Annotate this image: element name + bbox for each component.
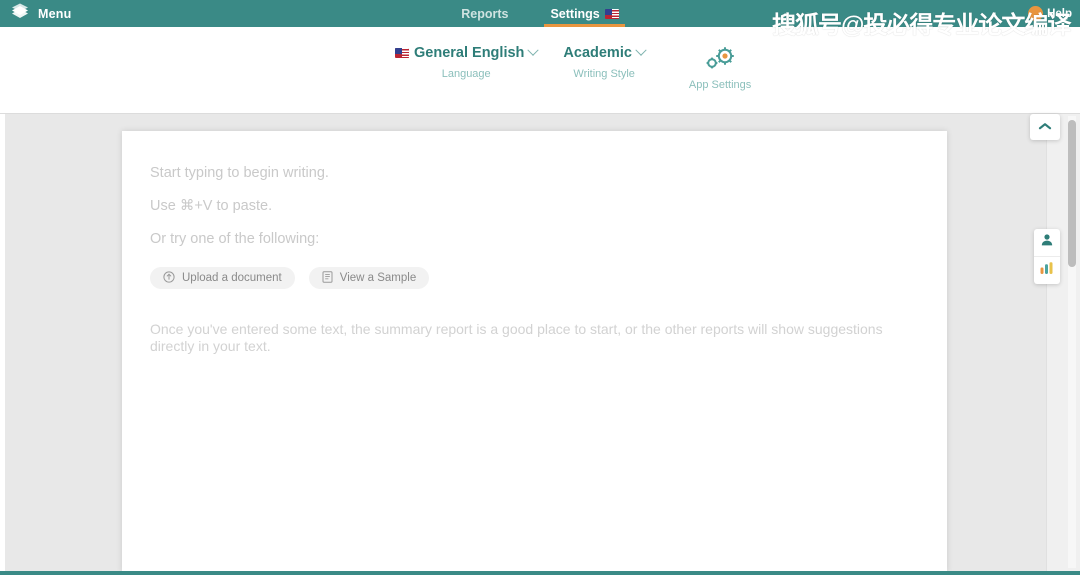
language-selector[interactable]: General English Language xyxy=(395,44,540,80)
left-edge-strip xyxy=(0,114,5,572)
us-flag-icon xyxy=(604,8,619,19)
view-sample-label: View a Sample xyxy=(339,272,417,284)
upload-circle-icon xyxy=(163,270,175,286)
us-flag-icon xyxy=(395,48,409,58)
editor-action-buttons: Upload a document View a Sample xyxy=(150,267,919,289)
rail-tile-reports[interactable] xyxy=(1034,256,1060,284)
scrollbar-thumb[interactable] xyxy=(1068,120,1076,267)
document-editor-panel[interactable]: Start typing to begin writing. Use ⌘+V t… xyxy=(122,131,947,572)
chevron-down-icon xyxy=(635,44,647,56)
nav-tab-settings[interactable]: Settings xyxy=(544,0,626,27)
bar-chart-icon xyxy=(1039,261,1055,280)
view-sample-button[interactable]: View a Sample xyxy=(308,267,430,289)
chevron-up-icon xyxy=(1038,118,1052,136)
menu-label: Menu xyxy=(38,6,72,21)
document-icon xyxy=(322,270,333,286)
writing-style-selector[interactable]: Academic Writing Style xyxy=(563,44,647,80)
writing-style-value: Academic xyxy=(563,45,632,61)
right-rail-tiles xyxy=(1034,229,1060,284)
upload-document-label: Upload a document xyxy=(182,272,282,284)
editor-helper-note: Once you've entered some text, the summa… xyxy=(150,321,883,355)
watermark-text: 搜狐号@投必得专业论文编译 xyxy=(772,12,1071,39)
nav-tab-reports[interactable]: Reports xyxy=(455,0,514,27)
settings-group: General English Language Academic Writin… xyxy=(395,44,751,91)
collapse-panel-button[interactable] xyxy=(1030,114,1060,140)
nav-tab-settings-label: Settings xyxy=(550,6,600,21)
nav-tab-reports-label: Reports xyxy=(461,6,509,21)
chevron-down-icon xyxy=(527,44,540,56)
language-value-row: General English xyxy=(395,44,540,61)
editor-placeholder-content: Start typing to begin writing. Use ⌘+V t… xyxy=(122,131,947,355)
language-label: Language xyxy=(441,68,491,80)
hint-line-start-typing: Start typing to begin writing. xyxy=(150,165,329,181)
upload-document-button[interactable]: Upload a document xyxy=(150,267,295,289)
hint-line-try-following: Or try one of the following: xyxy=(150,231,320,247)
page-scrollbar[interactable] xyxy=(1068,116,1076,568)
gears-icon xyxy=(700,45,740,78)
app-settings-label: App Settings xyxy=(688,79,752,91)
rail-tile-profile[interactable] xyxy=(1034,229,1060,256)
language-value: General English xyxy=(414,45,525,61)
app-settings-button[interactable]: App Settings xyxy=(689,45,751,91)
main-content-area: Start typing to begin writing. Use ⌘+V t… xyxy=(0,114,1080,572)
stacked-layers-icon xyxy=(10,3,30,24)
brand-menu-button[interactable]: Menu xyxy=(10,3,71,24)
settings-bar: General English Language Academic Writin… xyxy=(0,27,1080,114)
writing-style-label: Writing Style xyxy=(573,68,635,80)
hint-line-paste: Use ⌘+V to paste. xyxy=(150,198,273,214)
writing-style-value-row: Academic xyxy=(563,44,647,61)
bottom-teal-bar xyxy=(0,571,1080,575)
person-icon xyxy=(1040,233,1054,252)
